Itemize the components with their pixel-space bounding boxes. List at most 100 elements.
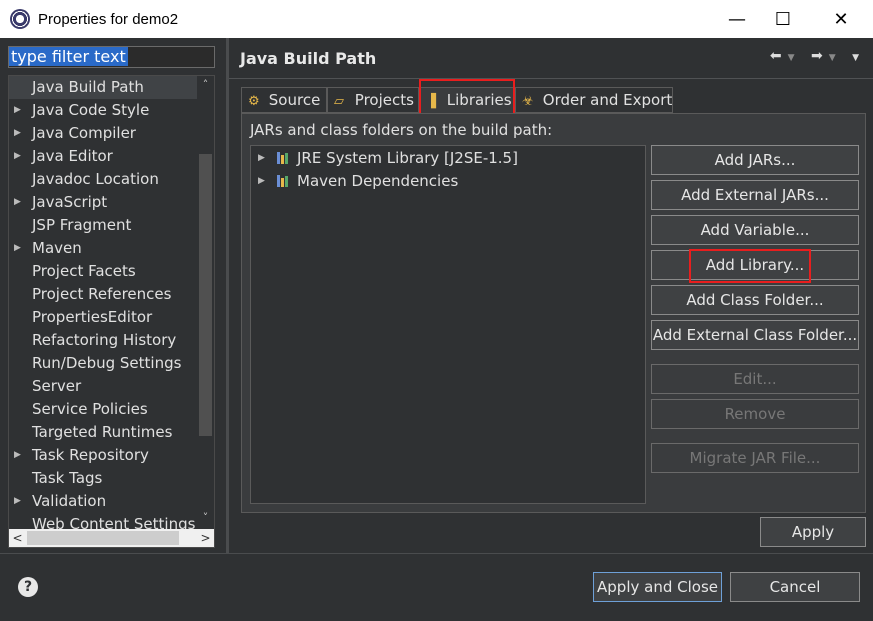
library-icon [277,152,291,164]
sidebar-item-label: JSP Fragment [32,216,132,234]
close-button[interactable]: ✕ [818,0,864,38]
forward-arrow-icon[interactable]: ➡ [811,48,829,64]
library-label: JRE System Library [J2SE-1.5] [297,149,518,167]
maximize-button[interactable]: ☐ [760,0,806,38]
sidebar-item-label: Refactoring History [32,331,177,349]
cancel-button[interactable]: Cancel [730,572,860,602]
tab-order-export-label: Order and Export [542,91,673,109]
source-folder-icon: ⚙ [248,94,260,109]
sidebar-item-label: Java Editor [32,147,113,165]
expand-arrow-icon[interactable]: ▶ [14,122,21,144]
migrate-jar-button[interactable]: Migrate JAR File... [651,443,859,473]
tab-order-and-export[interactable]: ☣ Order and Export [515,87,673,113]
sidebar-item[interactable]: ▶ Validation [9,490,197,513]
expand-arrow-icon[interactable]: ▶ [258,170,265,192]
scroll-thumb[interactable] [199,154,212,436]
add-jars-button[interactable]: Add JARs... [651,145,859,175]
sidebar-item[interactable]: Service Policies [9,398,197,421]
scroll-up-icon[interactable]: ˄ [197,76,214,93]
add-external-class-folder-button[interactable]: Add External Class Folder... [651,320,859,350]
add-class-folder-button[interactable]: Add Class Folder... [651,285,859,315]
expand-arrow-icon[interactable]: ▶ [14,145,21,167]
filter-text: type filter text [9,47,128,66]
scroll-right-icon[interactable]: > [197,529,214,547]
view-menu-icon[interactable]: ▼ [852,53,865,63]
sidebar-item[interactable]: Java Build Path [9,76,197,99]
remove-button[interactable]: Remove [651,399,859,429]
page-content: Java Build Path ⬅▼ ➡▼ ▼ ⚙ Source ▱ Proje… [229,38,873,553]
sidebar-item-label: Validation [32,492,107,510]
add-external-jars-button[interactable]: Add External JARs... [651,180,859,210]
back-menu-icon[interactable]: ▼ [788,53,801,63]
sidebar-item[interactable]: ▶ Maven [9,237,197,260]
sidebar-item-label: Javadoc Location [32,170,159,188]
sidebar-item-label: Task Tags [32,469,103,487]
sidebar-item[interactable]: ▶ JavaScript [9,191,197,214]
tab-source[interactable]: ⚙ Source [241,87,327,113]
libraries-tree[interactable]: ▶ JRE System Library [J2SE-1.5] ▶ Maven … [250,145,646,504]
expand-arrow-icon[interactable]: ▶ [14,444,21,466]
eclipse-app-icon [10,9,30,29]
vertical-scrollbar[interactable]: ˄ ˅ [197,76,214,528]
sidebar-item[interactable]: Refactoring History [9,329,197,352]
minimize-button[interactable]: — [714,0,760,38]
help-icon[interactable]: ? [18,577,38,597]
library-label: Maven Dependencies [297,172,459,190]
expand-arrow-icon[interactable]: ▶ [14,490,21,512]
window-title: Properties for demo2 [38,10,179,28]
sidebar-item[interactable]: Project References [9,283,197,306]
title-separator [229,78,873,79]
sidebar-item[interactable]: ▶ Java Editor [9,145,197,168]
property-pages-tree: Java Build Path ▶ Java Code Style ▶ Java Com… [8,75,215,548]
sidebar-item-label: Java Code Style [32,101,150,119]
expand-arrow-icon[interactable]: ▶ [14,191,21,213]
sidebar-item[interactable]: ▶ Task Repository [9,444,197,467]
hscroll-thumb[interactable] [27,531,179,545]
page-title: Java Build Path [240,49,377,68]
sidebar-item[interactable]: Server [9,375,197,398]
title-bar: Properties for demo2 — ☐ ✕ [0,0,873,38]
forward-menu-icon[interactable]: ▼ [829,53,842,63]
libraries-panel: JARs and class folders on the build path… [241,113,866,513]
sidebar-item-label: Project Facets [32,262,136,280]
scroll-left-icon[interactable]: < [9,529,26,547]
sidebar-item-label: Project References [32,285,172,303]
sidebar-item[interactable]: PropertiesEditor [9,306,197,329]
sidebar-item-label: Targeted Runtimes [32,423,173,441]
expand-arrow-icon[interactable]: ▶ [14,237,21,259]
sidebar-item[interactable]: ▶ Java Compiler [9,122,197,145]
tab-projects-label: Projects [354,91,414,109]
sidebar-item-label: Java Compiler [32,124,136,142]
sidebar-item-label: Service Policies [32,400,148,418]
expand-arrow-icon[interactable]: ▶ [258,147,265,169]
page-navigation: ⬅▼ ➡▼ ▼ [770,48,865,64]
library-icon [277,175,291,187]
order-export-icon: ☣ [522,94,534,109]
sidebar-item[interactable]: Run/Debug Settings [9,352,197,375]
sidebar-item-label: Java Build Path [32,78,144,96]
sidebar-item[interactable]: Task Tags [9,467,197,490]
tab-source-label: Source [268,91,321,109]
expand-arrow-icon[interactable]: ▶ [14,99,21,121]
add-variable-button[interactable]: Add Variable... [651,215,859,245]
footer-separator [0,553,873,554]
sidebar-item[interactable]: Project Facets [9,260,197,283]
scroll-down-icon[interactable]: ˅ [197,509,214,526]
horizontal-scrollbar[interactable]: < > [9,529,214,547]
edit-button[interactable]: Edit... [651,364,859,394]
sidebar-item-label: Maven [32,239,82,257]
sidebar-item[interactable]: Javadoc Location [9,168,197,191]
apply-button[interactable]: Apply [760,517,866,547]
sidebar-item[interactable]: ▶ Java Code Style [9,99,197,122]
back-arrow-icon[interactable]: ⬅ [770,48,788,64]
sidebar-item-label: PropertiesEditor [32,308,153,326]
sidebar-item[interactable]: JSP Fragment [9,214,197,237]
sidebar-item-label: Server [32,377,82,395]
sidebar-item-label: JavaScript [32,193,108,211]
filter-input[interactable]: type filter text [8,46,215,68]
preferences-sidebar: type filter text Java Build Path ▶ Java Co… [0,38,226,553]
apply-and-close-button[interactable]: Apply and Close [593,572,722,602]
sidebar-item-label: Run/Debug Settings [32,354,182,372]
tab-projects[interactable]: ▱ Projects [327,87,419,113]
sidebar-item[interactable]: Targeted Runtimes [9,421,197,444]
